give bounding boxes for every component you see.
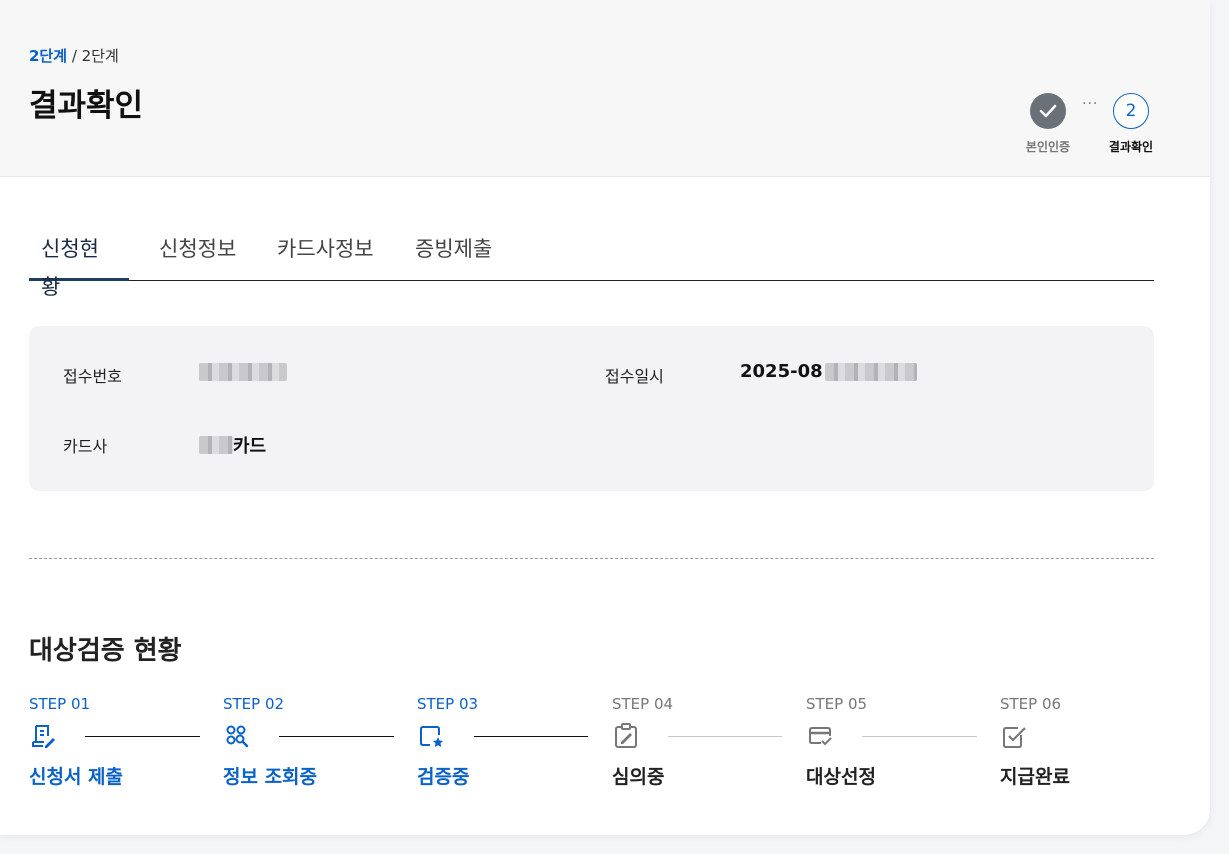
verification-step-1: STEP 01 신청서 제출 bbox=[29, 695, 179, 788]
step-number: STEP 04 bbox=[612, 695, 674, 713]
tab-bar: 신청현황 신청정보 카드사정보 증빙제출 bbox=[29, 230, 1154, 299]
step-connector-1 bbox=[85, 736, 200, 737]
page-header: 2단계 / 2단계 결과확인 ··· 2 본인인증 결과확인 bbox=[0, 0, 1210, 177]
step-connector-5 bbox=[862, 736, 977, 737]
step-name: 지급완료 bbox=[1000, 766, 1070, 788]
verification-step-2: STEP 02 정보 조회중 bbox=[223, 695, 373, 788]
card-company-suffix: 카드 bbox=[233, 436, 267, 457]
document-pen-icon bbox=[32, 725, 55, 748]
step-number: STEP 03 bbox=[417, 695, 479, 713]
tab-evidence-submission[interactable]: 증빙제출 bbox=[403, 230, 504, 280]
breadcrumb-total: 2단계 bbox=[81, 47, 119, 65]
step-current-circle: 2 bbox=[1113, 93, 1149, 129]
clipboard-edit-icon bbox=[615, 723, 637, 748]
receipt-date-label: 접수일시 bbox=[605, 367, 664, 386]
verification-step-3: STEP 03 검증중 bbox=[417, 695, 567, 788]
masked-receipt-number bbox=[199, 363, 287, 381]
check-icon bbox=[1039, 104, 1057, 118]
step-label-result: 결과확인 bbox=[1108, 140, 1154, 154]
tab-application-info[interactable]: 신청정보 bbox=[147, 230, 248, 280]
breadcrumb-separator: / bbox=[67, 47, 82, 65]
verification-step-4: STEP 04 심의중 bbox=[612, 695, 762, 788]
receipt-number-value bbox=[199, 363, 287, 381]
receipt-date-value: 2025-08 bbox=[740, 361, 917, 382]
card-company-value: 카드 bbox=[199, 432, 266, 458]
search-circles-icon bbox=[226, 725, 249, 748]
step-name: 대상선정 bbox=[806, 766, 876, 788]
verification-step-5: STEP 05 대상선정 bbox=[806, 695, 956, 788]
page-title: 결과확인 bbox=[29, 88, 144, 124]
step-number: STEP 02 bbox=[223, 695, 285, 713]
step-name: 정보 조회중 bbox=[223, 766, 318, 788]
verification-status-title: 대상검증 현황 bbox=[29, 636, 182, 666]
application-info-box: 접수번호 접수일시 2025-08 카드사 카드 bbox=[29, 326, 1154, 491]
receipt-number-label: 접수번호 bbox=[63, 367, 122, 386]
step-number: STEP 05 bbox=[806, 695, 868, 713]
breadcrumb: 2단계 / 2단계 bbox=[29, 45, 119, 66]
masked-card-company bbox=[199, 436, 233, 454]
receipt-date-text: 2025-08 bbox=[740, 361, 823, 382]
step-name: 검증중 bbox=[417, 766, 470, 788]
card-company-label: 카드사 bbox=[63, 437, 108, 456]
step-number: STEP 06 bbox=[1000, 695, 1062, 713]
step-label-identity: 본인인증 bbox=[1025, 140, 1071, 154]
step-separator-dots: ··· bbox=[1082, 96, 1099, 112]
tab-card-company-info[interactable]: 카드사정보 bbox=[265, 230, 386, 280]
card-check-icon bbox=[809, 727, 832, 746]
checkbox-icon bbox=[1003, 727, 1026, 748]
step-connector-2 bbox=[279, 736, 394, 737]
main-card: 2단계 / 2단계 결과확인 ··· 2 본인인증 결과확인 신청현황 신청정보… bbox=[0, 0, 1210, 835]
step-connector-3 bbox=[474, 736, 588, 737]
verification-step-6: STEP 06 지급완료 bbox=[1000, 695, 1150, 788]
tab-application-status[interactable]: 신청현황 bbox=[29, 230, 129, 299]
step-name: 심의중 bbox=[612, 766, 665, 788]
step-name: 신청서 제출 bbox=[29, 766, 124, 788]
breadcrumb-current: 2단계 bbox=[29, 47, 68, 65]
progress-stepper: ··· 2 본인인증 결과확인 bbox=[1000, 92, 1180, 162]
step-done-circle bbox=[1030, 93, 1066, 129]
screen-star-icon bbox=[420, 726, 443, 747]
masked-receipt-date bbox=[824, 362, 917, 381]
step-connector-4 bbox=[668, 736, 782, 737]
section-divider bbox=[29, 558, 1154, 559]
step-number: STEP 01 bbox=[29, 695, 91, 713]
